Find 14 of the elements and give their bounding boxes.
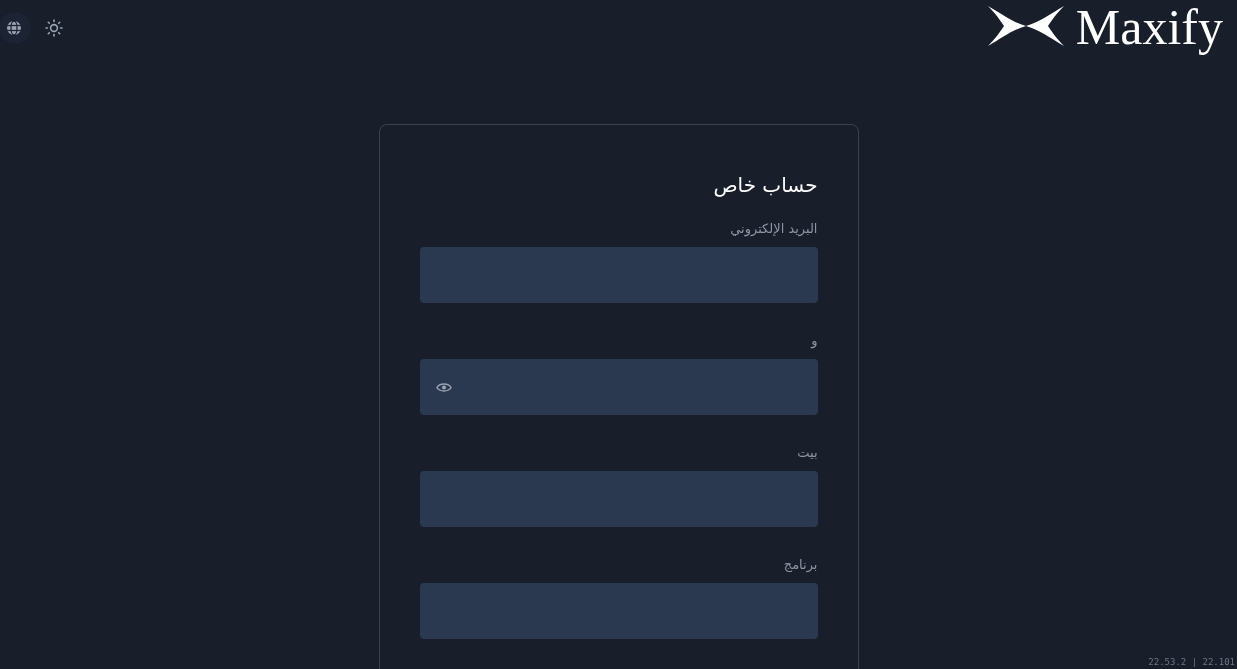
version-text: 22.53.2 | 22.101 [1148,657,1235,668]
input-field[interactable] [419,583,818,639]
password-field[interactable] [419,359,818,415]
input-field[interactable] [419,247,818,303]
eye-icon[interactable] [435,381,452,393]
form-title: حساب خاص [712,172,818,199]
globe-icon[interactable] [0,12,31,44]
sun-icon[interactable] [45,19,63,37]
logo-mark-icon [987,6,1064,46]
field-label: بيت [797,444,818,462]
field-label: و [811,332,818,351]
input-field[interactable] [419,471,818,527]
field-label: برنامج [783,556,818,575]
field-label: البريد الإلكتروني [730,220,818,239]
